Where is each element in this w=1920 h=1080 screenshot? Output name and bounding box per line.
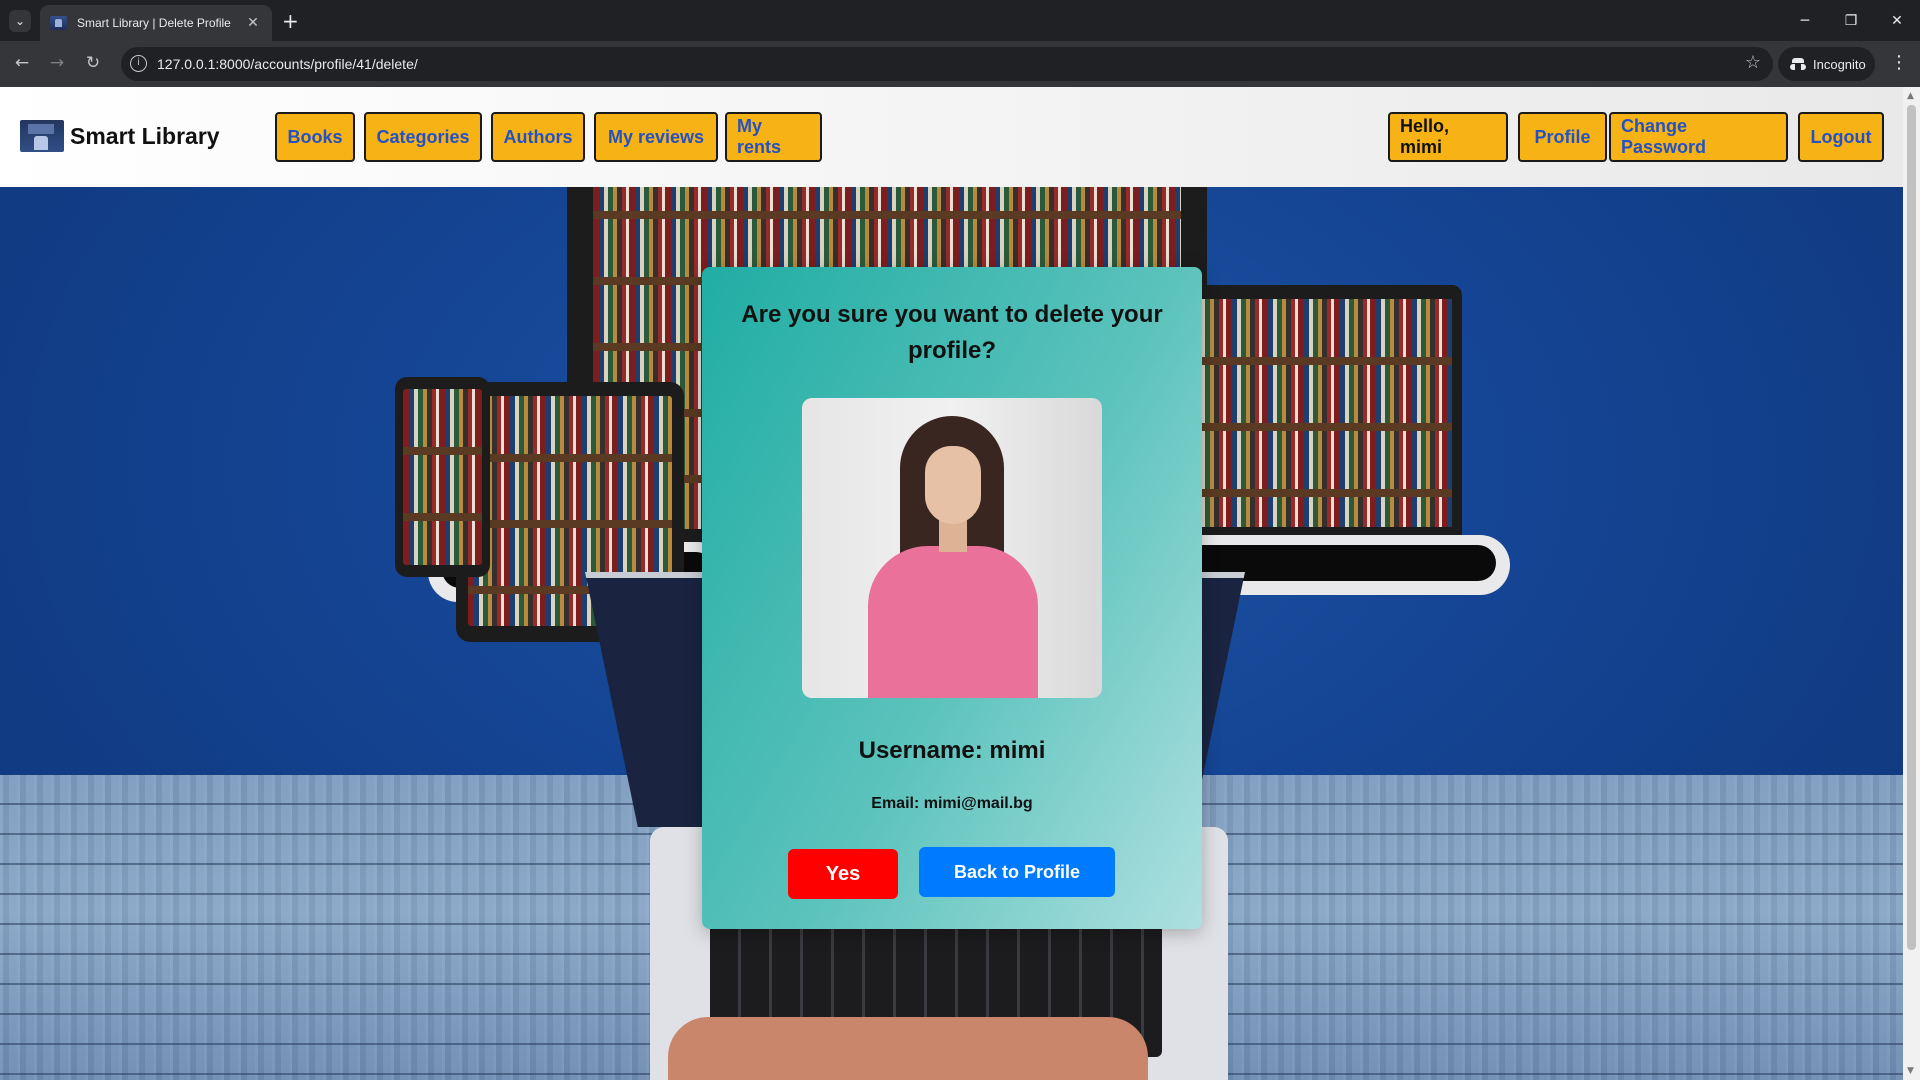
tab-strip: ⌄ Smart Library | Delete Profile ✕ + ─ ❐…: [0, 0, 1920, 41]
site-info-icon[interactable]: i: [130, 55, 147, 72]
confirm-heading: Are you sure you want to delete your pro…: [741, 301, 1163, 364]
background-laptop-right: [1180, 285, 1462, 535]
scroll-up-arrow-icon[interactable]: ▲: [1907, 91, 1914, 101]
minimize-icon[interactable]: ─: [1782, 0, 1828, 41]
brand-name: Smart Library: [70, 122, 220, 149]
nav-logout[interactable]: Logout: [1798, 112, 1884, 162]
nav-my-reviews[interactable]: My reviews: [594, 112, 718, 162]
greeting-badge[interactable]: Hello, mimi: [1388, 112, 1508, 162]
brand[interactable]: Smart Library: [20, 120, 220, 152]
bookmark-star-icon[interactable]: ☆: [1745, 52, 1761, 73]
nav-books[interactable]: Books: [275, 112, 355, 162]
close-icon[interactable]: ✕: [244, 15, 262, 31]
scroll-thumb[interactable]: [1907, 105, 1916, 950]
nav-authors[interactable]: Authors: [491, 112, 585, 162]
incognito-label: Incognito: [1813, 56, 1866, 72]
incognito-badge[interactable]: Incognito: [1778, 47, 1875, 81]
window-controls: ─ ❐ ✕: [1782, 0, 1920, 41]
tab-search-icon[interactable]: ⌄: [9, 10, 31, 32]
nav-my-rents[interactable]: My rents: [725, 112, 822, 162]
back-to-profile-button[interactable]: Back to Profile: [919, 847, 1115, 897]
profile-photo: [802, 398, 1102, 698]
plus-icon[interactable]: +: [282, 9, 299, 33]
background-hands: [668, 1017, 1148, 1080]
forward-arrow-icon[interactable]: →: [46, 53, 68, 73]
library-logo-icon: [20, 120, 64, 152]
favicon-icon: [50, 16, 67, 30]
background-phone: [395, 377, 490, 577]
nav-categories[interactable]: Categories: [364, 112, 482, 162]
delete-profile-card: Are you sure you want to delete your pro…: [702, 267, 1202, 929]
page-scrollbar[interactable]: ▲ ▼: [1903, 87, 1920, 1080]
scroll-down-arrow-icon[interactable]: ▼: [1907, 1066, 1914, 1076]
restore-icon[interactable]: ❐: [1828, 0, 1874, 41]
incognito-icon: [1790, 58, 1806, 70]
nav-change-password[interactable]: Change Password: [1609, 112, 1788, 162]
tab-title: Smart Library | Delete Profile: [77, 16, 231, 30]
kebab-menu-icon[interactable]: ⋮: [1890, 52, 1908, 73]
window-close-icon[interactable]: ✕: [1874, 0, 1920, 41]
back-arrow-icon[interactable]: ←: [11, 53, 33, 73]
site-navbar: Smart Library Books Categories Authors M…: [0, 87, 1903, 187]
nav-profile[interactable]: Profile: [1518, 112, 1607, 162]
page-viewport: Smart Library Books Categories Authors M…: [0, 87, 1903, 1080]
email-text: Email: mimi@mail.bg: [871, 795, 1033, 812]
browser-toolbar: ← → ↻ i 127.0.0.1:8000/accounts/profile/…: [0, 41, 1920, 87]
address-bar[interactable]: i 127.0.0.1:8000/accounts/profile/41/del…: [121, 47, 1773, 81]
reload-icon[interactable]: ↻: [82, 53, 104, 73]
active-tab[interactable]: Smart Library | Delete Profile ✕: [40, 5, 272, 41]
username-text: Username: mimi: [858, 737, 1046, 764]
confirm-delete-button[interactable]: Yes: [788, 849, 898, 899]
url-text[interactable]: 127.0.0.1:8000/accounts/profile/41/delet…: [157, 56, 418, 72]
